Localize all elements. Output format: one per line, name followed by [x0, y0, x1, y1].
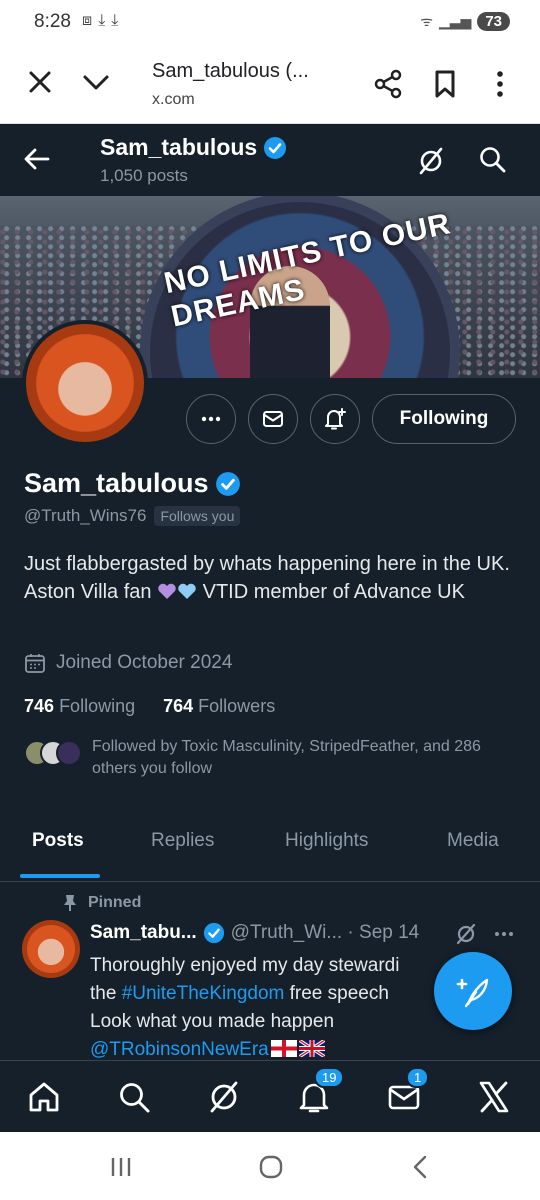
hashtag-link[interactable]: #UniteTheKingdom — [122, 983, 285, 1004]
profile-avatar[interactable] — [22, 320, 148, 446]
bottom-nav: 19 1 — [0, 1060, 540, 1132]
active-tab-indicator — [20, 874, 100, 878]
more-vertical-icon[interactable] — [488, 68, 512, 100]
browser-toolbar: Sam_tabulous (... x.com — [0, 46, 540, 124]
following-count: 746 — [24, 696, 55, 716]
profile-display-name: Sam_tabulous — [24, 468, 209, 498]
profile-bio: Just flabbergasted by whats happening he… — [24, 550, 524, 606]
post-avatar[interactable] — [22, 920, 80, 978]
followed-by[interactable]: Followed by Toxic Masculinity, StripedFe… — [24, 736, 492, 780]
verified-badge-icon — [264, 136, 287, 159]
chevron-down-icon[interactable] — [80, 66, 112, 98]
battery-indicator: 73 — [477, 12, 510, 31]
more-horizontal-icon — [201, 416, 221, 422]
followers-count: 764 — [163, 696, 194, 716]
x-logo-icon[interactable] — [476, 1079, 512, 1115]
profile-tabs: Posts Replies Highlights Media — [0, 818, 540, 882]
followers-count-link[interactable]: 764 Followers — [163, 696, 275, 717]
compose-post-button[interactable] — [434, 952, 512, 1030]
pinned-text: Pinned — [88, 894, 142, 911]
notifications-badge: 19 — [314, 1067, 345, 1088]
status-bar: 8:28 ⧈ ⤓ ⤓ ᯤ ▁▃▅ 73 — [0, 0, 540, 46]
bell-plus-icon — [325, 408, 346, 430]
pin-icon — [64, 895, 76, 911]
download-icon: ⤓ — [98, 12, 106, 29]
mention-link[interactable]: @TRobinsonNewEra — [90, 1039, 269, 1060]
post-handle-date: @Truth_Wi... · Sep 14 — [230, 922, 420, 943]
post-text-fragment: the — [90, 983, 122, 1004]
notifications-tab[interactable]: 19 — [296, 1067, 345, 1115]
following-button[interactable]: Following — [372, 394, 516, 444]
recent-apps-icon[interactable] — [106, 1152, 136, 1182]
pinned-label: Pinned — [62, 894, 141, 912]
more-horizontal-icon[interactable] — [494, 924, 514, 944]
signal-icon: ▁▃▅ — [439, 13, 472, 29]
joined-text: Joined October 2024 — [56, 652, 233, 673]
calendar-icon — [25, 654, 45, 673]
envelope-icon — [263, 411, 283, 427]
joined-date: Joined October 2024 — [24, 652, 232, 674]
england-flag-icon — [270, 1040, 297, 1057]
screenshot-icon: ⧈ — [82, 12, 93, 29]
post-text-fragment: free speech — [284, 983, 389, 1004]
message-button[interactable] — [248, 394, 298, 444]
notifications-subscribe-button[interactable] — [310, 394, 360, 444]
profile-top-nav: Sam_tabulous 1,050 posts — [0, 124, 540, 196]
top-nav-title: Sam_tabulous — [100, 134, 287, 161]
tab-replies[interactable]: Replies — [151, 830, 214, 852]
share-icon[interactable] — [372, 68, 404, 100]
tab-highlights[interactable]: Highlights — [285, 830, 368, 852]
tab-posts[interactable]: Posts — [32, 830, 84, 852]
grok-icon[interactable] — [206, 1079, 242, 1115]
status-system-icons: ᯤ ▁▃▅ 73 — [420, 12, 510, 31]
grok-icon[interactable] — [454, 922, 478, 946]
messages-tab[interactable]: 1 — [386, 1067, 430, 1115]
back-icon[interactable] — [406, 1152, 436, 1182]
mutual-avatar — [56, 740, 82, 766]
uk-flag-icon — [298, 1040, 325, 1057]
bio-text-end: VTID member of Advance UK — [197, 581, 465, 603]
profile-handle: @Truth_Wins76 — [24, 506, 147, 525]
purple-heart-icon — [158, 583, 176, 599]
verified-badge-icon — [215, 471, 240, 496]
following-count-link[interactable]: 746 Following — [24, 696, 135, 717]
post-author-name[interactable]: Sam_tabu... — [90, 922, 197, 944]
wifi-icon: ᯤ — [420, 13, 433, 29]
post-count: 1,050 posts — [100, 166, 188, 185]
follows-you-badge: Follows you — [154, 506, 241, 526]
followed-by-text: Followed by Toxic Masculinity, StripedFe… — [92, 738, 481, 777]
handle-row: @Truth_Wins76 Follows you — [24, 506, 241, 526]
follow-counts: 746 Following 764 Followers — [24, 696, 275, 717]
home-icon[interactable] — [26, 1079, 62, 1115]
system-nav-bar — [0, 1132, 540, 1200]
status-notification-icons: ⧈ ⤓ ⤓ — [82, 12, 118, 30]
verified-badge-icon — [203, 922, 224, 944]
followers-label: Followers — [198, 696, 276, 716]
download-icon: ⤓ — [111, 12, 119, 29]
followed-by-avatars — [24, 740, 82, 766]
following-label: Following — [59, 696, 136, 716]
search-icon[interactable] — [116, 1079, 152, 1115]
back-arrow-icon[interactable] — [22, 144, 52, 174]
close-icon[interactable] — [24, 66, 56, 98]
messages-badge: 1 — [406, 1067, 430, 1088]
search-icon[interactable] — [477, 144, 507, 174]
tab-media[interactable]: Media — [447, 830, 499, 852]
more-options-button[interactable] — [186, 394, 236, 444]
profile-name: Sam_tabulous — [24, 468, 241, 499]
top-nav-name: Sam_tabulous — [100, 134, 258, 160]
browser-page-title: Sam_tabulous (... — [152, 60, 309, 82]
grok-icon[interactable] — [416, 146, 446, 176]
home-button-icon[interactable] — [256, 1152, 286, 1182]
profile-page: Sam_tabulous 1,050 posts NO LIMITS TO OU… — [0, 124, 540, 1132]
blue-heart-icon — [178, 583, 196, 599]
bookmark-icon[interactable] — [430, 68, 460, 100]
status-time: 8:28 — [34, 11, 71, 32]
browser-url: x.com — [152, 91, 195, 108]
compose-feather-icon — [456, 978, 489, 1008]
